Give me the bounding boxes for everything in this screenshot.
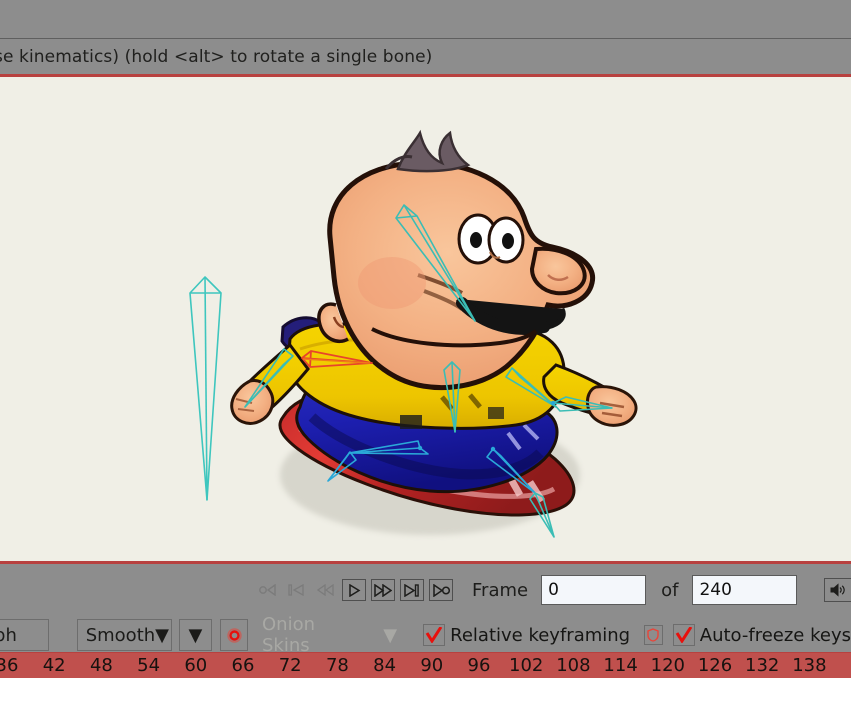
chevron-down-icon: ▼ bbox=[155, 624, 169, 646]
shield-icon bbox=[647, 628, 660, 642]
play-loop-icon bbox=[432, 583, 450, 597]
timeline-tick: 72 bbox=[278, 655, 302, 676]
record-circle-icon bbox=[226, 627, 242, 643]
timeline-tick: 36 bbox=[0, 655, 19, 676]
timeline-tick: 90 bbox=[420, 655, 444, 676]
onion-skins-dropdown[interactable]: Onion Skins ▼ bbox=[262, 614, 397, 656]
fast-forward-icon bbox=[374, 583, 392, 597]
timeline-ruler[interactable]: 36 42 48 54 60 66 72 78 84 90 96 102 108 114 120 126 132… bbox=[0, 653, 851, 678]
bone-root-standalone bbox=[189, 276, 222, 501]
status-hint-bar: se kinematics) (hold <alt> to rotate a s… bbox=[0, 39, 851, 74]
checkbox-box bbox=[672, 624, 695, 646]
timeline-tick: 42 bbox=[42, 655, 66, 676]
auto-freeze-keys-checkbox[interactable]: Auto-freeze keys bbox=[672, 624, 851, 646]
timeline-tick: 78 bbox=[325, 655, 349, 676]
checkmark-icon bbox=[675, 627, 693, 643]
animation-editor-window: se kinematics) (hold <alt> to rotate a s… bbox=[0, 0, 851, 728]
transport-toolbar: Frame 0 of 240 bbox=[0, 564, 851, 617]
timeline-tick: 102 bbox=[509, 655, 544, 676]
timeline-tick: 96 bbox=[467, 655, 491, 676]
timeline-track-area[interactable] bbox=[0, 678, 851, 728]
hint-text: se kinematics) (hold <alt> to rotate a s… bbox=[0, 46, 433, 67]
go-to-last-frame-button[interactable] bbox=[400, 579, 424, 601]
play-button[interactable] bbox=[342, 579, 366, 601]
go-to-first-frame-button[interactable] bbox=[284, 579, 308, 601]
total-frames-input[interactable]: 240 bbox=[692, 575, 798, 605]
rewind-icon bbox=[316, 584, 334, 596]
timeline-tick: 54 bbox=[137, 655, 161, 676]
frame-label: Frame bbox=[472, 579, 529, 601]
timeline-tick: 126 bbox=[697, 655, 733, 676]
chevron-down-icon: ▼ bbox=[188, 624, 203, 646]
timeline-tick: 114 bbox=[603, 655, 638, 676]
play-icon bbox=[348, 583, 360, 597]
relative-keyframing-label: Relative keyframing bbox=[450, 624, 631, 646]
auto-freeze-keys-label: Auto-freeze keys bbox=[699, 624, 851, 646]
extra-dropdown[interactable]: ▼ bbox=[178, 619, 213, 651]
timeline-tick: 132 bbox=[745, 655, 780, 676]
audio-toggle-button[interactable] bbox=[824, 578, 851, 602]
timeline-tick: 108 bbox=[556, 655, 591, 676]
of-label: of bbox=[661, 579, 679, 601]
top-chrome-bar bbox=[0, 0, 851, 39]
skip-start-icon bbox=[288, 584, 304, 596]
viewport-canvas[interactable] bbox=[0, 77, 851, 561]
options-toolbar: aph Smooth ▼ ▼ Onion Skins ▼ Relat bbox=[0, 614, 851, 656]
timeline-tick: 120 bbox=[650, 655, 685, 676]
step-back-button[interactable] bbox=[313, 579, 337, 601]
go-to-start-loop-button[interactable] bbox=[255, 579, 279, 601]
fast-forward-button[interactable] bbox=[371, 579, 395, 601]
loop-start-icon bbox=[258, 584, 276, 596]
record-button[interactable] bbox=[220, 619, 248, 651]
graph-button[interactable]: aph bbox=[0, 619, 49, 651]
interpolation-dropdown[interactable]: Smooth ▼ bbox=[76, 619, 172, 651]
speaker-icon bbox=[830, 583, 846, 597]
timeline-tick: 60 bbox=[184, 655, 208, 676]
character-artwork bbox=[189, 129, 638, 538]
timeline-tick: 66 bbox=[231, 655, 255, 676]
checkmark-icon bbox=[425, 627, 443, 643]
timeline-tick: 48 bbox=[89, 655, 113, 676]
play-loop-button[interactable] bbox=[429, 579, 453, 601]
timeline-tick: 138 bbox=[792, 655, 827, 676]
interpolation-value: Smooth bbox=[85, 624, 156, 646]
checkbox-box bbox=[423, 624, 446, 646]
relative-keyframing-checkbox[interactable]: Relative keyframing bbox=[423, 624, 630, 646]
onion-skins-label: Onion Skins bbox=[262, 614, 315, 656]
freeze-shield-button[interactable] bbox=[644, 625, 663, 645]
skip-end-icon bbox=[404, 583, 419, 597]
timeline-tick: 84 bbox=[373, 655, 397, 676]
chevron-down-icon: ▼ bbox=[383, 624, 398, 646]
frame-input[interactable]: 0 bbox=[541, 575, 647, 605]
graph-button-label: aph bbox=[0, 624, 17, 646]
